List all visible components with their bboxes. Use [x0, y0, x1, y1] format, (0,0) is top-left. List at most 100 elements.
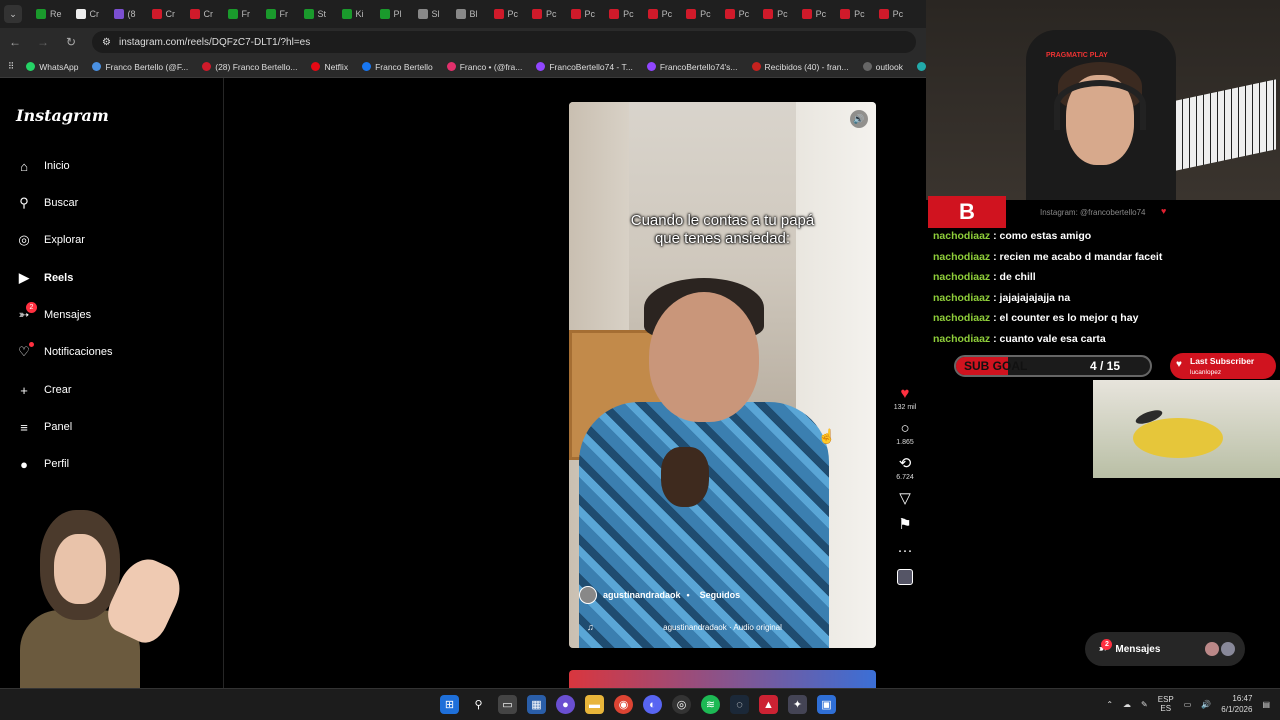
search-icon[interactable]: ⚲	[469, 695, 488, 714]
clock[interactable]: 16:47 6/1/2026	[1221, 693, 1252, 715]
follow-button[interactable]: Seguidos	[700, 590, 741, 600]
bookmark-item[interactable]: Franco Bertello	[362, 62, 433, 72]
nav-item-panel[interactable]: ≡ Panel	[16, 419, 72, 435]
bookmark-item[interactable]: FrancoBertello74's...	[646, 62, 738, 72]
app-icon-blue[interactable]: ▣	[817, 695, 836, 714]
app-icon[interactable]: ●	[556, 695, 575, 714]
nav-item-crear[interactable]: + Crear	[16, 382, 72, 398]
discord-icon[interactable]: ◐	[643, 695, 662, 714]
author-username[interactable]: agustinandradaok	[603, 590, 681, 600]
steam-icon[interactable]: ◌	[730, 695, 749, 714]
audio-thumbnail[interactable]	[897, 569, 913, 585]
next-reel-preview[interactable]	[569, 670, 876, 688]
nav-item-reels[interactable]: ▶ Reels	[16, 270, 73, 286]
nav-item-buscar[interactable]: ⚲ Buscar	[16, 195, 78, 211]
reload-icon[interactable]: ↻	[64, 35, 78, 49]
start-icon[interactable]: ⊞	[440, 695, 459, 714]
bookmark-item[interactable]: WhatsApp	[26, 62, 78, 72]
language-indicator[interactable]: ESP ES	[1158, 695, 1174, 713]
instagram-logo[interactable]: Instagram	[16, 106, 109, 125]
more-icon[interactable]: ···	[898, 543, 913, 559]
repost-action[interactable]: ⟲ 6.724	[890, 456, 920, 482]
heart-icon[interactable]: ♥	[901, 386, 910, 402]
browser-tab[interactable]: Bl	[450, 3, 486, 25]
bookmark-icon[interactable]: ⚑	[898, 517, 911, 533]
browser-tab[interactable]: Ki	[336, 3, 372, 25]
browser-tab[interactable]: St	[298, 3, 334, 25]
bookmark-item[interactable]: Aler	[917, 62, 926, 72]
browser-tab[interactable]: Pc	[680, 3, 717, 25]
browser-tab[interactable]: Cr	[70, 3, 106, 25]
bookmark-item[interactable]: Recibidos (40) - fran...	[751, 62, 849, 72]
address-bar-row: ← → ↻ ⚙ instagram.com/reels/DQFzC7-DLT1/…	[0, 28, 926, 56]
browser-tab[interactable]: Pc	[488, 3, 525, 25]
browser-tab[interactable]: Pc	[873, 3, 910, 25]
nav-item-mensajes[interactable]: ➳ 2 Mensajes	[16, 302, 91, 323]
comment-icon[interactable]: ○	[900, 421, 909, 437]
browser-tab[interactable]: Cr	[146, 3, 182, 25]
messages-pill[interactable]: ➳2 Mensajes	[1085, 632, 1245, 666]
forward-icon[interactable]: →	[36, 35, 50, 49]
apps-icon[interactable]: ⠿	[8, 61, 14, 72]
bookmark-item[interactable]: (28) Franco Bertello...	[202, 62, 297, 72]
browser-tab[interactable]: Fr	[222, 3, 258, 25]
nav-icon-glyph: +	[20, 382, 28, 398]
bookmark-item[interactable]: Franco Bertello (@F...	[92, 62, 188, 72]
browser-tab[interactable]: Pc	[642, 3, 679, 25]
like-action[interactable]: ♥ 132 mil	[890, 386, 920, 412]
nav-item-notificaciones[interactable]: ♡ Notificaciones	[16, 342, 112, 360]
app-icon-gray[interactable]: ✦	[788, 695, 807, 714]
bookmark-item[interactable]: outlook	[862, 62, 903, 72]
back-icon[interactable]: ←	[8, 35, 22, 49]
site-info-icon[interactable]: ⚙	[102, 37, 111, 48]
notification-icon[interactable]: ▤	[1262, 700, 1270, 709]
comment-action[interactable]: ○ 1.865	[890, 421, 920, 447]
network-icon[interactable]: ☁	[1123, 700, 1131, 709]
browser-tab[interactable]: Pl	[374, 3, 410, 25]
share-icon[interactable]: ▽	[899, 491, 911, 507]
sound-icon[interactable]: 🔊	[850, 110, 868, 128]
spotify-icon[interactable]: ≋	[701, 695, 720, 714]
bookmark-item[interactable]: FrancoBertello74 - T...	[536, 62, 633, 72]
browser-tab[interactable]: Pc	[526, 3, 563, 25]
bookmark-item[interactable]: Netflix	[311, 62, 348, 72]
browser-tab[interactable]: (8	[108, 3, 144, 25]
obs-icon[interactable]: ◎	[672, 695, 691, 714]
browser-tab[interactable]: Pc	[757, 3, 794, 25]
url-field[interactable]: ⚙ instagram.com/reels/DQFzC7-DLT1/?hl=es	[92, 31, 916, 53]
nav-label: Crear	[44, 384, 72, 396]
browser-tab[interactable]: Cr	[184, 3, 220, 25]
tab-list-button[interactable]: ⌄	[4, 5, 22, 23]
pen-icon[interactable]: ✎	[1141, 700, 1148, 709]
volume-icon[interactable]: 🔊	[1201, 700, 1211, 709]
file-explorer-icon[interactable]: ▬	[585, 695, 604, 714]
repost-icon[interactable]: ⟲	[899, 456, 912, 472]
browser-tab[interactable]: Pc	[565, 3, 602, 25]
store-icon[interactable]: ▦	[527, 695, 546, 714]
browser-tab[interactable]: Sl	[412, 3, 448, 25]
browser-tab[interactable]: Re	[30, 3, 68, 25]
task-view-icon[interactable]: ▭	[498, 695, 517, 714]
chrome-icon[interactable]: ◉	[614, 695, 633, 714]
more-action[interactable]: ···	[890, 543, 920, 559]
browser-tab[interactable]: Pc	[603, 3, 640, 25]
browser-tab[interactable]: Fr	[260, 3, 296, 25]
chevron-up-icon[interactable]: ⌃	[1106, 700, 1113, 709]
reel-audio-label[interactable]: agustinandradaok · Audio original	[569, 623, 876, 632]
nav-item-perfil[interactable]: ● Perfil	[16, 456, 69, 472]
author-avatar[interactable]	[579, 586, 597, 604]
app-icon-red[interactable]: ▲	[759, 695, 778, 714]
bookmark-label: Netflix	[324, 61, 349, 72]
browser-tab[interactable]: Pc	[719, 3, 756, 25]
monitor-icon[interactable]: ▭	[1184, 700, 1192, 709]
nav-item-explorar[interactable]: ◎ Explorar	[16, 232, 85, 248]
bookmark-item[interactable]: Franco • (@fra...	[446, 62, 522, 72]
repost-count: 6.724	[896, 474, 914, 481]
browser-tab[interactable]: Pc	[796, 3, 833, 25]
reel-video[interactable]: Cuando le contas a tu papá que tenes ans…	[569, 102, 876, 648]
share-action[interactable]: ▽	[890, 491, 920, 507]
nav-item-inicio[interactable]: ⌂ Inicio	[16, 158, 70, 174]
browser-tab[interactable]: Pc	[834, 3, 871, 25]
url-text: instagram.com/reels/DQFzC7-DLT1/?hl=es	[118, 36, 311, 48]
save-action[interactable]: ⚑	[890, 517, 920, 533]
